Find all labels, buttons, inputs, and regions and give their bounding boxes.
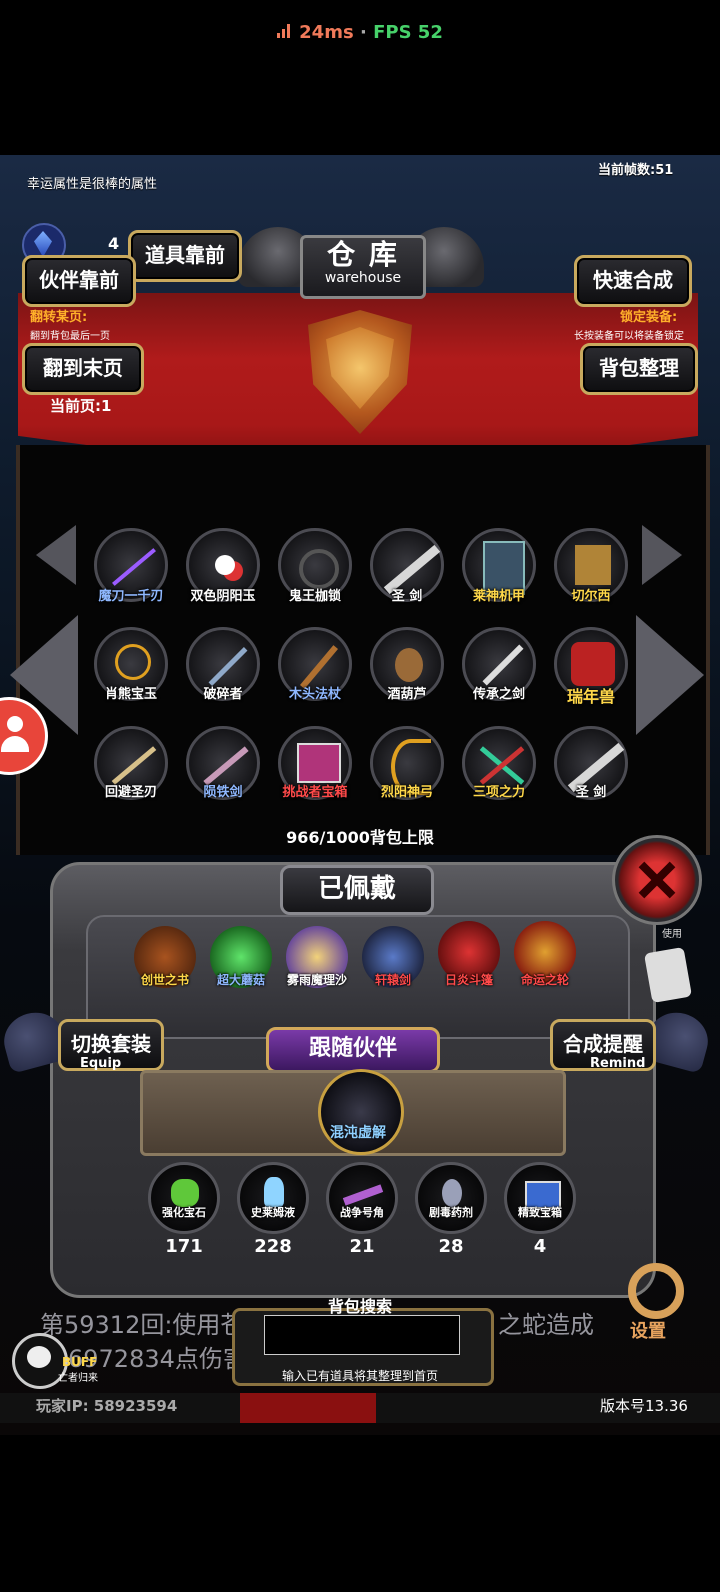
- equipped-label: 命运之轮: [520, 973, 569, 987]
- ping-text: 24ms: [299, 22, 354, 43]
- next-page-arrow-icon[interactable]: [636, 615, 704, 735]
- item-label: 陨铁剑: [203, 785, 243, 800]
- title-en: warehouse: [324, 270, 402, 286]
- consumable-count: 4: [533, 1236, 547, 1257]
- consumable-slot[interactable]: [504, 1162, 576, 1234]
- consumable-label: 剧毒药剂: [429, 1206, 473, 1219]
- consumable-count: 28: [438, 1236, 464, 1257]
- buff-label: BUFF: [62, 1355, 98, 1369]
- item-label: 肖熊宝玉: [104, 687, 157, 702]
- item-label: 回避圣刃: [104, 785, 157, 800]
- close-button[interactable]: [612, 835, 702, 925]
- game-screen: 幸运属性是很棒的属性 当前帧数:51 4 仓 库 warehouse 道具靠前 …: [0, 155, 720, 1435]
- version-number: 版本号13.36: [600, 1397, 688, 1415]
- item-label: 传承之剑: [472, 687, 525, 702]
- partner-front-button[interactable]: 伙伴靠前: [22, 255, 136, 307]
- equipped-title: 已佩戴: [280, 865, 434, 915]
- consumable-slot[interactable]: [237, 1162, 309, 1234]
- item-label: 鬼王枷锁: [288, 589, 341, 604]
- flip-page-desc: 翻到背包最后一页: [30, 331, 110, 342]
- partner-title: 跟随伙伴: [266, 1027, 440, 1073]
- dice-icon[interactable]: [643, 946, 693, 1004]
- quick-merge-button[interactable]: 快速合成: [574, 255, 692, 307]
- buff-name: 亡者归来: [58, 1373, 98, 1384]
- consumable-label: 强化宝石: [162, 1206, 206, 1219]
- bag-sort-button[interactable]: 背包整理: [580, 343, 698, 395]
- switch-set-en: Equip: [80, 1056, 122, 1071]
- item-label: 切尔西: [571, 589, 611, 604]
- lock-title: 锁定装备:: [620, 310, 678, 325]
- network-status: 24ms · FPS 52: [0, 22, 720, 43]
- item-label: 烈阳神弓: [380, 785, 433, 800]
- consumable-label: 史莱姆液: [251, 1206, 295, 1219]
- warehouse-title-box: 仓 库 warehouse: [300, 235, 426, 299]
- consumable-slot[interactable]: [148, 1162, 220, 1234]
- consumable-count: 228: [254, 1236, 292, 1257]
- item-label: 三项之力: [472, 785, 525, 800]
- item-label: 瑞年兽: [566, 687, 615, 706]
- item-label: 破碎者: [203, 687, 243, 702]
- consumable-label: 精致宝箱: [518, 1206, 562, 1219]
- partner-name: 混沌虚解: [330, 1125, 386, 1141]
- bottom-area: [0, 1435, 720, 1592]
- separator: ·: [359, 22, 367, 43]
- frame-count: 当前帧数:51: [598, 163, 674, 178]
- search-title: 背包搜索: [327, 1297, 392, 1316]
- consumable-count: 21: [349, 1236, 375, 1257]
- search-input[interactable]: [264, 1315, 460, 1355]
- fps-text: FPS 52: [373, 22, 443, 43]
- item-label: 圣 剑: [575, 785, 607, 800]
- lock-desc: 长按装备可以将装备锁定: [574, 331, 684, 342]
- item-label: 莱神机甲: [472, 589, 525, 604]
- prev-page-small-arrow-icon[interactable]: [36, 525, 76, 585]
- item-label: 圣 剑: [391, 589, 423, 604]
- consumable-label: 战争号角: [340, 1206, 384, 1219]
- currency-value: 4: [108, 234, 120, 253]
- use-hint: 使用: [662, 929, 682, 940]
- next-page-small-arrow-icon[interactable]: [642, 525, 682, 585]
- item-label: 木头法杖: [288, 687, 341, 702]
- flip-to-end-button[interactable]: 翻到末页: [22, 343, 144, 395]
- bag-capacity: 966/1000背包上限: [286, 828, 434, 847]
- consumable-slot[interactable]: [415, 1162, 487, 1234]
- consumable-count: 171: [165, 1236, 203, 1257]
- signal-icon: [277, 24, 293, 38]
- item-label: 魔刀一千刃: [98, 589, 164, 604]
- partner-avatar[interactable]: [318, 1069, 404, 1155]
- current-page: 当前页:1: [50, 397, 112, 415]
- item-label: 双色阴阳玉: [190, 589, 256, 604]
- search-hint: 输入已有道具将其整理到首页: [281, 1369, 438, 1383]
- footer-health-bar: [240, 1393, 376, 1423]
- luck-text: 幸运属性是很棒的属性: [27, 177, 158, 192]
- title-cn: 仓 库: [327, 238, 399, 271]
- consumable-slot[interactable]: [326, 1162, 398, 1234]
- item-front-button[interactable]: 道具靠前: [128, 230, 242, 282]
- item-label: 酒葫芦: [387, 687, 427, 702]
- item-label: 挑战者宝箱: [282, 785, 348, 800]
- merge-remind-en: Remind: [590, 1056, 646, 1071]
- player-ip: 玩家IP: 58923594: [36, 1397, 178, 1415]
- flip-page-title: 翻转某页:: [30, 310, 88, 325]
- settings-label[interactable]: 设置: [630, 1317, 666, 1343]
